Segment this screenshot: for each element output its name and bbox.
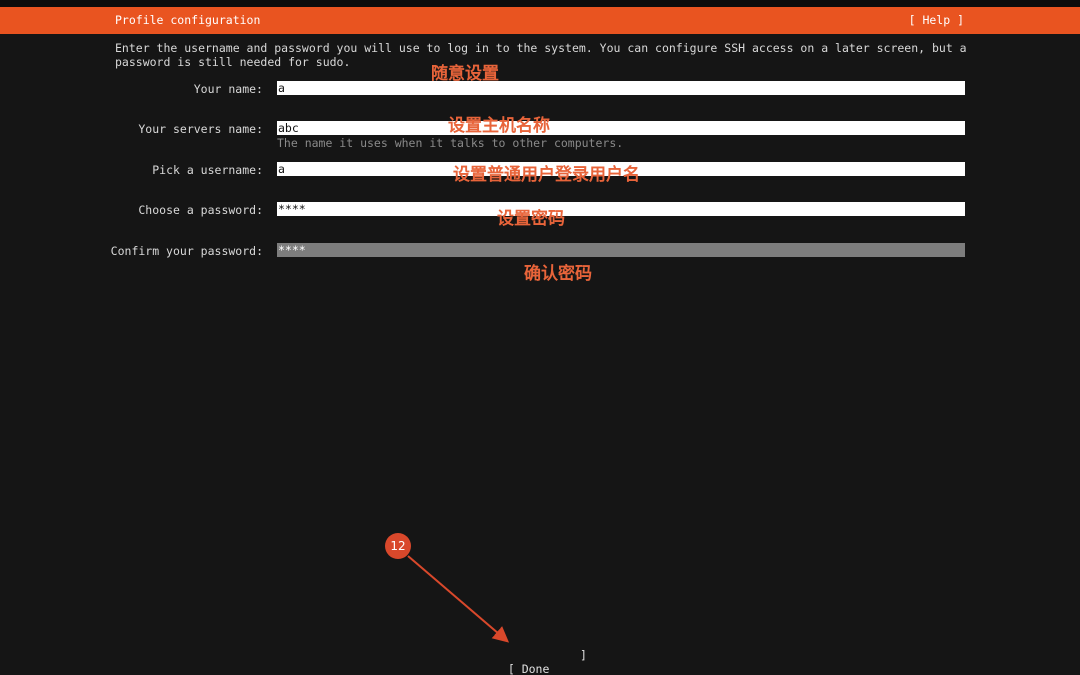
your-name-input[interactable] bbox=[277, 81, 965, 95]
done-button[interactable]: [ Done] bbox=[494, 648, 587, 675]
annotation-password: 设置密码 bbox=[497, 209, 565, 229]
annotation-username: 设置普通用户登录用户名 bbox=[453, 165, 640, 185]
arrow-annotation-icon bbox=[407, 555, 510, 643]
server-name-label: Your servers name: bbox=[138, 122, 263, 136]
annotation-confirm: 确认密码 bbox=[524, 264, 592, 284]
help-button[interactable]: [ Help ] bbox=[909, 13, 964, 27]
confirm-password-input[interactable] bbox=[277, 243, 965, 257]
confirm-password-label: Confirm your password: bbox=[110, 244, 263, 258]
your-name-label: Your name: bbox=[193, 82, 263, 96]
header-bar: Profile configuration [ Help ] bbox=[0, 7, 1080, 34]
done-button-bracket: ] bbox=[580, 648, 587, 662]
password-input[interactable] bbox=[277, 202, 965, 216]
password-label: Choose a password: bbox=[138, 203, 263, 217]
username-label: Pick a username: bbox=[152, 163, 263, 177]
step-badge: 12 bbox=[385, 533, 411, 559]
annotation-name: 随意设置 bbox=[431, 64, 499, 84]
top-border bbox=[0, 0, 1080, 7]
intro-text: Enter the username and password you will… bbox=[115, 41, 967, 69]
page-title: Profile configuration bbox=[115, 13, 261, 27]
server-name-input[interactable] bbox=[277, 121, 965, 135]
done-button-label: [ Done bbox=[507, 662, 550, 675]
annotation-server: 设置主机名称 bbox=[448, 116, 550, 136]
server-name-hint: The name it uses when it talks to other … bbox=[277, 136, 624, 150]
